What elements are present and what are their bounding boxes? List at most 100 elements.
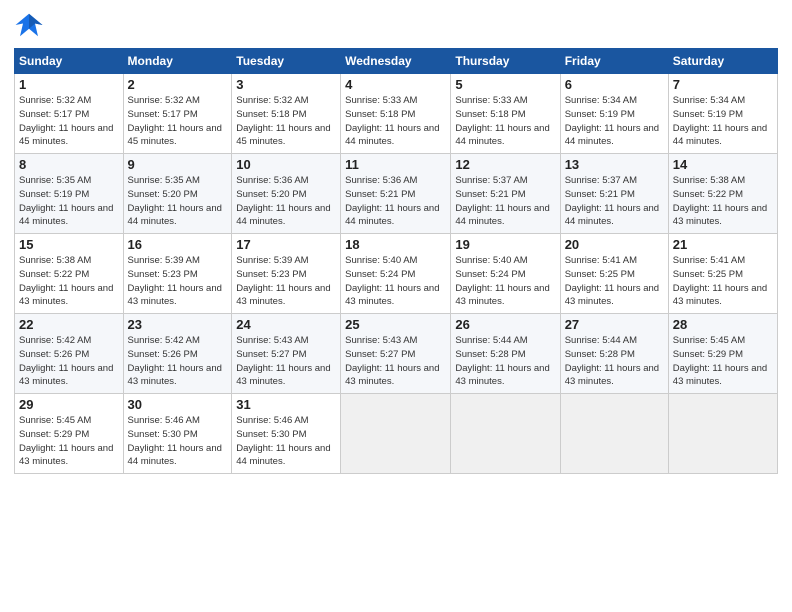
day-info: Sunrise: 5:46 AMSunset: 5:30 PMDaylight:… [236,414,336,469]
day-cell-11: 11 Sunrise: 5:36 AMSunset: 5:21 PMDaylig… [341,154,451,234]
day-cell-22: 22 Sunrise: 5:42 AMSunset: 5:26 PMDaylig… [15,314,124,394]
empty-cell [341,394,451,474]
day-cell-27: 27 Sunrise: 5:44 AMSunset: 5:28 PMDaylig… [560,314,668,394]
day-info: Sunrise: 5:33 AMSunset: 5:18 PMDaylight:… [345,94,446,149]
day-cell-4: 4 Sunrise: 5:33 AMSunset: 5:18 PMDayligh… [341,74,451,154]
day-number: 29 [19,397,119,412]
day-info: Sunrise: 5:45 AMSunset: 5:29 PMDaylight:… [19,414,119,469]
day-cell-6: 6 Sunrise: 5:34 AMSunset: 5:19 PMDayligh… [560,74,668,154]
day-info: Sunrise: 5:42 AMSunset: 5:26 PMDaylight:… [128,334,228,389]
day-info: Sunrise: 5:38 AMSunset: 5:22 PMDaylight:… [673,174,773,229]
day-cell-13: 13 Sunrise: 5:37 AMSunset: 5:21 PMDaylig… [560,154,668,234]
week-row-2: 8 Sunrise: 5:35 AMSunset: 5:19 PMDayligh… [15,154,778,234]
day-number: 16 [128,237,228,252]
empty-cell [668,394,777,474]
day-info: Sunrise: 5:44 AMSunset: 5:28 PMDaylight:… [455,334,555,389]
day-number: 10 [236,157,336,172]
day-number: 4 [345,77,446,92]
day-info: Sunrise: 5:35 AMSunset: 5:19 PMDaylight:… [19,174,119,229]
day-number: 23 [128,317,228,332]
day-info: Sunrise: 5:32 AMSunset: 5:17 PMDaylight:… [128,94,228,149]
day-cell-20: 20 Sunrise: 5:41 AMSunset: 5:25 PMDaylig… [560,234,668,314]
header-cell-tuesday: Tuesday [232,49,341,74]
day-number: 27 [565,317,664,332]
header-cell-friday: Friday [560,49,668,74]
day-number: 31 [236,397,336,412]
day-info: Sunrise: 5:36 AMSunset: 5:20 PMDaylight:… [236,174,336,229]
header-cell-monday: Monday [123,49,232,74]
header-cell-sunday: Sunday [15,49,124,74]
day-info: Sunrise: 5:39 AMSunset: 5:23 PMDaylight:… [236,254,336,309]
day-cell-1: 1 Sunrise: 5:32 AMSunset: 5:17 PMDayligh… [15,74,124,154]
day-cell-17: 17 Sunrise: 5:39 AMSunset: 5:23 PMDaylig… [232,234,341,314]
day-cell-28: 28 Sunrise: 5:45 AMSunset: 5:29 PMDaylig… [668,314,777,394]
day-number: 12 [455,157,555,172]
day-cell-14: 14 Sunrise: 5:38 AMSunset: 5:22 PMDaylig… [668,154,777,234]
day-cell-24: 24 Sunrise: 5:43 AMSunset: 5:27 PMDaylig… [232,314,341,394]
day-info: Sunrise: 5:34 AMSunset: 5:19 PMDaylight:… [673,94,773,149]
header-cell-thursday: Thursday [451,49,560,74]
day-info: Sunrise: 5:33 AMSunset: 5:18 PMDaylight:… [455,94,555,149]
day-info: Sunrise: 5:32 AMSunset: 5:18 PMDaylight:… [236,94,336,149]
day-info: Sunrise: 5:46 AMSunset: 5:30 PMDaylight:… [128,414,228,469]
day-info: Sunrise: 5:43 AMSunset: 5:27 PMDaylight:… [345,334,446,389]
day-info: Sunrise: 5:40 AMSunset: 5:24 PMDaylight:… [345,254,446,309]
day-number: 17 [236,237,336,252]
day-info: Sunrise: 5:37 AMSunset: 5:21 PMDaylight:… [455,174,555,229]
day-cell-18: 18 Sunrise: 5:40 AMSunset: 5:24 PMDaylig… [341,234,451,314]
calendar-table: SundayMondayTuesdayWednesdayThursdayFrid… [14,48,778,474]
day-cell-12: 12 Sunrise: 5:37 AMSunset: 5:21 PMDaylig… [451,154,560,234]
day-cell-9: 9 Sunrise: 5:35 AMSunset: 5:20 PMDayligh… [123,154,232,234]
day-info: Sunrise: 5:43 AMSunset: 5:27 PMDaylight:… [236,334,336,389]
day-cell-31: 31 Sunrise: 5:46 AMSunset: 5:30 PMDaylig… [232,394,341,474]
day-cell-16: 16 Sunrise: 5:39 AMSunset: 5:23 PMDaylig… [123,234,232,314]
logo-icon [14,10,44,40]
day-info: Sunrise: 5:41 AMSunset: 5:25 PMDaylight:… [673,254,773,309]
week-row-3: 15 Sunrise: 5:38 AMSunset: 5:22 PMDaylig… [15,234,778,314]
day-info: Sunrise: 5:34 AMSunset: 5:19 PMDaylight:… [565,94,664,149]
day-cell-21: 21 Sunrise: 5:41 AMSunset: 5:25 PMDaylig… [668,234,777,314]
day-cell-2: 2 Sunrise: 5:32 AMSunset: 5:17 PMDayligh… [123,74,232,154]
day-cell-8: 8 Sunrise: 5:35 AMSunset: 5:19 PMDayligh… [15,154,124,234]
day-number: 19 [455,237,555,252]
day-info: Sunrise: 5:32 AMSunset: 5:17 PMDaylight:… [19,94,119,149]
logo [14,10,48,40]
week-row-5: 29 Sunrise: 5:45 AMSunset: 5:29 PMDaylig… [15,394,778,474]
day-cell-19: 19 Sunrise: 5:40 AMSunset: 5:24 PMDaylig… [451,234,560,314]
day-cell-15: 15 Sunrise: 5:38 AMSunset: 5:22 PMDaylig… [15,234,124,314]
day-number: 28 [673,317,773,332]
header-cell-saturday: Saturday [668,49,777,74]
day-number: 20 [565,237,664,252]
empty-cell [451,394,560,474]
day-number: 25 [345,317,446,332]
week-row-4: 22 Sunrise: 5:42 AMSunset: 5:26 PMDaylig… [15,314,778,394]
day-cell-26: 26 Sunrise: 5:44 AMSunset: 5:28 PMDaylig… [451,314,560,394]
day-info: Sunrise: 5:38 AMSunset: 5:22 PMDaylight:… [19,254,119,309]
day-number: 8 [19,157,119,172]
day-number: 6 [565,77,664,92]
day-cell-23: 23 Sunrise: 5:42 AMSunset: 5:26 PMDaylig… [123,314,232,394]
week-row-1: 1 Sunrise: 5:32 AMSunset: 5:17 PMDayligh… [15,74,778,154]
day-number: 21 [673,237,773,252]
day-cell-5: 5 Sunrise: 5:33 AMSunset: 5:18 PMDayligh… [451,74,560,154]
day-info: Sunrise: 5:44 AMSunset: 5:28 PMDaylight:… [565,334,664,389]
day-info: Sunrise: 5:41 AMSunset: 5:25 PMDaylight:… [565,254,664,309]
day-info: Sunrise: 5:42 AMSunset: 5:26 PMDaylight:… [19,334,119,389]
empty-cell [560,394,668,474]
day-cell-7: 7 Sunrise: 5:34 AMSunset: 5:19 PMDayligh… [668,74,777,154]
day-number: 24 [236,317,336,332]
day-info: Sunrise: 5:36 AMSunset: 5:21 PMDaylight:… [345,174,446,229]
day-number: 7 [673,77,773,92]
header-row: SundayMondayTuesdayWednesdayThursdayFrid… [15,49,778,74]
day-cell-30: 30 Sunrise: 5:46 AMSunset: 5:30 PMDaylig… [123,394,232,474]
day-number: 18 [345,237,446,252]
header [14,10,778,40]
day-number: 11 [345,157,446,172]
day-number: 5 [455,77,555,92]
day-cell-29: 29 Sunrise: 5:45 AMSunset: 5:29 PMDaylig… [15,394,124,474]
day-info: Sunrise: 5:40 AMSunset: 5:24 PMDaylight:… [455,254,555,309]
day-number: 14 [673,157,773,172]
day-number: 22 [19,317,119,332]
day-cell-25: 25 Sunrise: 5:43 AMSunset: 5:27 PMDaylig… [341,314,451,394]
day-info: Sunrise: 5:45 AMSunset: 5:29 PMDaylight:… [673,334,773,389]
